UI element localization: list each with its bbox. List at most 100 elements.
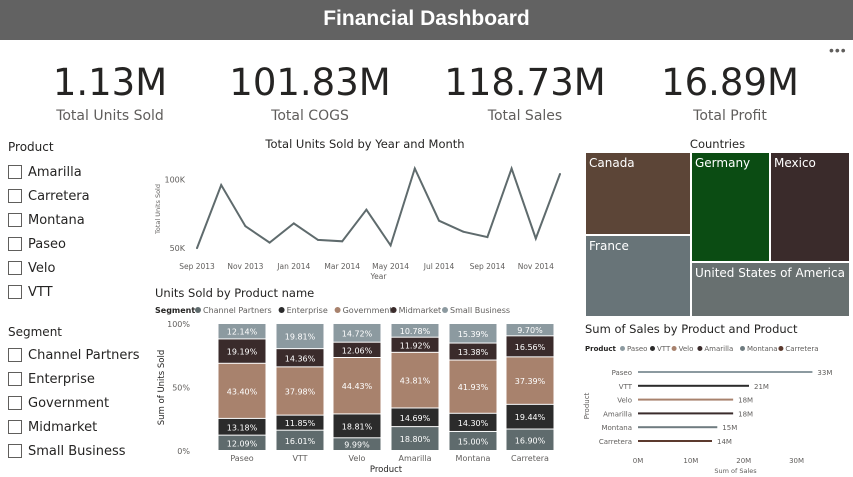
legend-marker	[442, 307, 448, 313]
slicer-item-paseo[interactable]: Paseo	[8, 232, 148, 256]
x-tick-label: Paseo	[230, 454, 253, 463]
legend-marker	[740, 346, 745, 351]
kpi-label: Total Profit	[693, 108, 767, 124]
data-label: 14.36%	[285, 354, 316, 363]
checkbox[interactable]	[8, 213, 22, 227]
data-label: 43.40%	[227, 387, 258, 396]
data-label: 14M	[717, 438, 732, 446]
treemap-cell-mexico[interactable]: Mexico	[770, 152, 850, 262]
data-label: 13.18%	[227, 423, 258, 432]
line-chart[interactable]: 50K 100K Sep 2013 Nov 2013 Jan 2014 Mar 2014 M…	[150, 155, 575, 285]
more-options-icon[interactable]: •••	[829, 43, 849, 57]
legend-label: Enterprise	[287, 306, 328, 315]
checkbox[interactable]	[8, 261, 22, 275]
checkbox[interactable]	[8, 372, 22, 386]
legend-marker	[334, 307, 341, 313]
checkbox[interactable]	[8, 285, 22, 299]
data-label: 15M	[722, 424, 737, 432]
treemap-cell-canada[interactable]: Canada	[585, 152, 691, 235]
data-label: 16.56%	[515, 343, 546, 352]
x-tick-label: 30M	[789, 457, 804, 465]
y-tick-label: 100%	[167, 320, 190, 329]
checkbox[interactable]	[8, 420, 22, 434]
hbar-chart-title: Sum of Sales by Product and Product	[585, 322, 798, 336]
slicer-title: Segment	[8, 325, 62, 339]
data-label: 13.38%	[458, 348, 489, 357]
line-point	[317, 238, 319, 241]
treemap-label: Mexico	[774, 156, 816, 170]
slicer-item-velo[interactable]: Velo	[8, 256, 148, 280]
line-point	[268, 241, 271, 244]
hbar	[638, 412, 734, 415]
legend-label: Montana	[747, 345, 778, 353]
legend-marker	[620, 346, 625, 351]
line-point	[462, 230, 465, 233]
kpi-value: 1.13M	[52, 61, 168, 104]
bar-chart-title: Units Sold by Product name	[155, 286, 315, 300]
line-point	[559, 172, 561, 175]
treemap-cell-usa[interactable]: United States of America	[691, 262, 850, 317]
data-label: 37.39%	[515, 377, 546, 386]
slicer-item-label: Carretera	[28, 188, 90, 204]
data-label: 15.00%	[458, 437, 489, 446]
slicer-item-small-business[interactable]: Small Business	[8, 439, 153, 463]
kpi-label: Total Units Sold	[56, 108, 164, 124]
checkbox[interactable]	[8, 444, 22, 458]
kpi-value: 118.73M	[444, 61, 606, 104]
x-tick-label: 10M	[683, 457, 698, 465]
slicer-item-label: Enterprise	[28, 371, 95, 387]
slicer-item-government[interactable]: Government	[8, 391, 153, 415]
legend-marker	[390, 307, 397, 313]
hbar	[638, 426, 718, 429]
x-tick-label: Sep 2014	[470, 262, 506, 271]
x-tick-label: Montana	[456, 454, 491, 463]
x-tick-label: Nov 2013	[227, 262, 263, 271]
checkbox[interactable]	[8, 189, 22, 203]
checkbox[interactable]	[8, 396, 22, 410]
legend-marker	[671, 346, 677, 351]
kpi-value: 101.83M	[229, 61, 391, 104]
data-label: 19.44%	[515, 413, 546, 422]
data-label: 37.98%	[285, 388, 316, 397]
data-label: 11.92%	[400, 341, 431, 350]
y-tick-label: Carretera	[599, 438, 632, 446]
slicer-item-amarilla[interactable]: Amarilla	[8, 160, 148, 184]
slicer-item-enterprise[interactable]: Enterprise	[8, 367, 153, 391]
horizontal-bar-chart[interactable]: Product Paseo VTT Velo Amarilla Montana Carret…	[580, 336, 850, 476]
hbar	[638, 384, 749, 387]
slicer-item-carretera[interactable]: Carretera	[8, 184, 148, 208]
slicer-item-vtt[interactable]: VTT	[8, 280, 148, 304]
data-label: 9.99%	[344, 441, 370, 450]
countries-treemap[interactable]: Canada Germany Mexico France United Stat…	[585, 152, 850, 317]
kpi-card-sales: 118.73M Total Sales	[430, 60, 620, 130]
x-tick-label: Nov 2014	[518, 262, 554, 271]
treemap-cell-france[interactable]: France	[585, 235, 691, 317]
slicer-item-channel-partners[interactable]: Channel Partners	[8, 343, 153, 367]
slicer-item-midmarket[interactable]: Midmarket	[8, 415, 153, 439]
treemap-cell-germany[interactable]: Germany	[691, 152, 770, 262]
legend-label: Velo	[679, 345, 694, 353]
y-tick-label: Velo	[617, 397, 632, 405]
y-axis-label: Sum of Units Sold	[157, 350, 167, 425]
checkbox[interactable]	[8, 348, 22, 362]
y-axis-label: Total Units Sold	[154, 184, 162, 235]
data-label: 44.43%	[342, 382, 373, 391]
line-point	[244, 225, 247, 228]
data-label: 18M	[738, 397, 753, 405]
data-label: 43.81%	[400, 377, 431, 386]
checkbox[interactable]	[8, 237, 22, 251]
x-tick-label: Velo	[349, 454, 366, 463]
slicer-item-montana[interactable]: Montana	[8, 208, 148, 232]
treemap-title: Countries	[689, 137, 746, 151]
x-tick-label: Amarilla	[398, 454, 431, 463]
checkbox[interactable]	[8, 165, 22, 179]
stacked-bar-chart[interactable]: Segment Channel Partners Enterprise Governm…	[150, 300, 578, 477]
legend-marker	[278, 307, 285, 313]
x-tick-label: 0M	[633, 457, 644, 465]
data-label: 18.81%	[342, 422, 373, 431]
data-label: 15.39%	[458, 330, 489, 339]
legend-label: Channel Partners	[203, 306, 272, 315]
line-point	[341, 240, 344, 243]
legend-title: Product	[585, 345, 617, 353]
legend-label: Carretera	[785, 345, 818, 353]
